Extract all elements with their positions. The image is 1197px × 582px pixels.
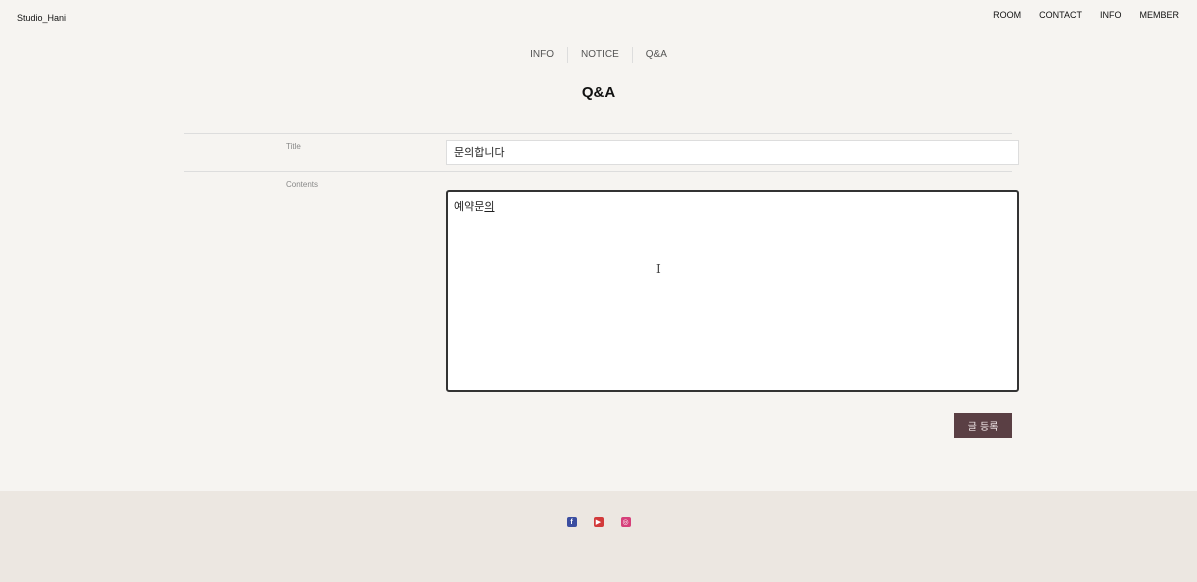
subnav-qa[interactable]: Q&A <box>633 47 680 63</box>
instagram-icon[interactable]: ◎ <box>620 517 631 527</box>
page-title: Q&A <box>581 84 616 101</box>
facebook-icon[interactable]: f <box>566 517 577 527</box>
sub-nav: INFO NOTICE Q&A <box>0 47 1197 63</box>
text-cursor-icon: I <box>656 262 661 276</box>
site-header: Studio_Hani ROOM CONTACT INFO MEMBER <box>0 0 1197 34</box>
subnav-info[interactable]: INFO <box>517 47 567 63</box>
contents-textarea[interactable]: 예약문의 <box>446 190 1019 392</box>
subnav-notice[interactable]: NOTICE <box>568 47 632 63</box>
youtube-icon[interactable]: ▶ <box>593 517 604 527</box>
form-divider <box>184 133 1012 134</box>
contents-label: Contents <box>286 180 319 189</box>
submit-button[interactable]: 글 등록 <box>954 413 1012 438</box>
social-links: f ▶ ◎ <box>0 517 1197 527</box>
brand-logo[interactable]: Studio_Hani <box>17 13 66 23</box>
nav-room[interactable]: ROOM <box>993 10 1021 20</box>
title-label: Title <box>286 142 301 151</box>
composing-text: 의 <box>484 200 495 213</box>
nav-contact[interactable]: CONTACT <box>1039 10 1082 20</box>
nav-info[interactable]: INFO <box>1100 10 1122 20</box>
form-divider <box>184 171 1012 172</box>
site-footer: f ▶ ◎ <box>0 491 1197 582</box>
top-nav: ROOM CONTACT INFO MEMBER <box>993 10 1179 20</box>
contents-text: 예약문 <box>454 200 485 213</box>
nav-member[interactable]: MEMBER <box>1139 10 1179 20</box>
title-input[interactable]: 문의합니다 <box>446 140 1019 165</box>
